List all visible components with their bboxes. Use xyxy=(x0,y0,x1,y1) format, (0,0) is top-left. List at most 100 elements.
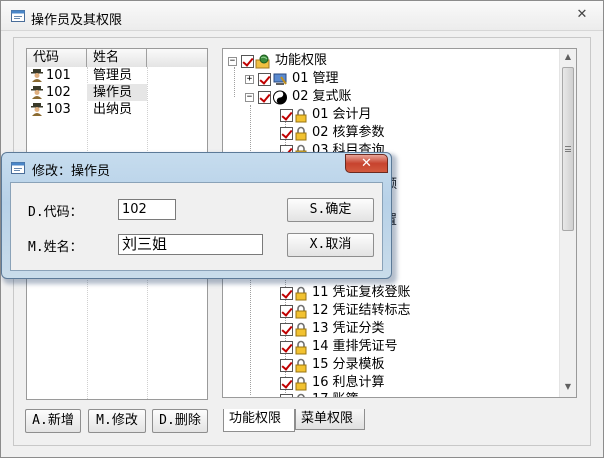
checkbox-checked[interactable] xyxy=(280,376,293,390)
tree-node-label: 复式账 xyxy=(312,89,352,104)
tree-leaf[interactable]: 15 分录模板 xyxy=(280,356,385,374)
column-header-filler xyxy=(147,49,207,67)
tree-leaf[interactable]: 11 凭证复核登账 xyxy=(280,284,411,302)
dialog-close-button[interactable]: ✕ xyxy=(345,154,388,173)
column-header-name[interactable]: 姓名 xyxy=(87,49,147,67)
dialog-title: 修改：操作员 xyxy=(32,164,111,179)
tree-node-manage[interactable]: + 01 管理 xyxy=(245,70,339,88)
tree-leaf-code: 12 xyxy=(312,303,329,318)
spy-user-icon xyxy=(31,103,43,116)
name-field[interactable]: 刘三姐 xyxy=(118,234,263,255)
form-window-icon xyxy=(11,10,25,22)
tree-leaf-code: 14 xyxy=(312,339,329,354)
user-list-header: 代码 姓名 xyxy=(27,49,207,67)
tree-leaf-code: 15 xyxy=(312,357,329,372)
thumb-grip-icon xyxy=(565,146,571,152)
yin-yang-icon xyxy=(273,90,287,104)
scroll-down-arrow[interactable]: ▼ xyxy=(560,379,576,395)
globe-folder-icon xyxy=(255,54,270,68)
checkbox-checked[interactable] xyxy=(258,90,271,104)
tab-menu-rights[interactable]: 菜单权限 xyxy=(295,409,365,430)
window-title: 操作员及其权限 xyxy=(31,13,123,28)
column-header-code[interactable]: 代码 xyxy=(27,49,87,67)
tree-leaf-label: 分录模板 xyxy=(332,357,385,372)
padlock-icon xyxy=(295,304,307,318)
padlock-icon xyxy=(295,108,307,122)
tree-leaf[interactable]: 17 账簿 xyxy=(280,391,359,397)
tree-leaf[interactable]: 16 利息计算 xyxy=(280,374,385,392)
scroll-thumb[interactable] xyxy=(562,67,574,231)
tree-leaf-label: 重排凭证号 xyxy=(332,339,398,354)
checkbox-checked[interactable] xyxy=(280,304,293,318)
checkbox-checked[interactable] xyxy=(280,340,293,354)
tree-leaf[interactable]: 02 核算参数 xyxy=(280,124,385,142)
tree-leaf-label: 会计月 xyxy=(332,107,372,122)
user-code: 103 xyxy=(46,102,71,117)
code-label: D.代码： xyxy=(28,205,83,220)
padlock-icon xyxy=(295,322,307,336)
computer-tool-icon xyxy=(273,73,287,85)
user-code: 101 xyxy=(46,68,71,83)
table-row[interactable]: 101 管理员 xyxy=(27,67,207,84)
tree-node-code: 01 xyxy=(292,71,309,86)
edit-operator-dialog: 修改：操作员 ✕ D.代码： 102 M.姓名： 刘三姐 S.确定 X.取消 xyxy=(1,152,392,279)
ok-button[interactable]: S.确定 xyxy=(287,198,374,222)
checkbox-checked[interactable] xyxy=(280,322,293,336)
padlock-icon xyxy=(295,340,307,354)
padlock-icon xyxy=(295,358,307,372)
main-window: 操作员及其权限 ✕ 代码 姓名 101 管理员 102 操作员 103 出纳员 … xyxy=(0,0,604,458)
tree-leaf[interactable]: 01 会计月 xyxy=(280,106,372,124)
padlock-icon xyxy=(295,286,307,300)
collapse-toggle[interactable]: − xyxy=(245,92,254,102)
dialog-body: D.代码： 102 M.姓名： 刘三姐 S.确定 X.取消 xyxy=(10,182,383,271)
tree-connector xyxy=(234,67,235,97)
delete-button[interactable]: D.删除 xyxy=(152,409,208,433)
tree-scrollbar[interactable]: ▲ ▼ xyxy=(559,49,576,397)
tree-leaf[interactable]: 14 重排凭证号 xyxy=(280,338,398,356)
tree-leaf-code: 02 xyxy=(312,125,329,140)
title-bar: 操作员及其权限 ✕ xyxy=(1,1,603,31)
spy-user-icon xyxy=(31,69,43,82)
cancel-button[interactable]: X.取消 xyxy=(287,233,374,257)
padlock-icon xyxy=(295,126,307,140)
code-field[interactable]: 102 xyxy=(118,199,176,220)
tree-node-label: 管理 xyxy=(312,71,339,86)
tree-leaf-code: 01 xyxy=(312,107,329,122)
scroll-up-arrow[interactable]: ▲ xyxy=(560,49,576,65)
checkbox-checked[interactable] xyxy=(258,72,271,86)
checkbox-checked[interactable] xyxy=(280,393,293,397)
tab-function-rights[interactable]: 功能权限 xyxy=(223,409,295,432)
tree-leaf-code: 11 xyxy=(312,285,329,300)
add-button[interactable]: A.新增 xyxy=(25,409,81,433)
table-row[interactable]: 103 出纳员 xyxy=(27,101,207,118)
checkbox-checked[interactable] xyxy=(280,358,293,372)
table-row[interactable]: 102 操作员 xyxy=(27,84,207,101)
window-close-button[interactable]: ✕ xyxy=(571,7,593,25)
tree-leaf[interactable]: 12 凭证结转标志 xyxy=(280,302,411,320)
tree-leaf-code: 17 xyxy=(312,391,329,397)
checkbox-checked[interactable] xyxy=(241,54,254,68)
edit-button[interactable]: M.修改 xyxy=(88,409,146,433)
padlock-icon xyxy=(295,376,307,390)
name-label: M.姓名： xyxy=(28,240,83,255)
checkbox-checked[interactable] xyxy=(280,108,293,122)
tree-root-label: 功能权限 xyxy=(275,53,328,68)
tree-node-code: 02 xyxy=(292,89,309,104)
tree-leaf-code: 16 xyxy=(312,375,329,390)
tree-leaf-code: 13 xyxy=(312,321,329,336)
spy-user-icon xyxy=(31,86,43,99)
tree-leaf-label: 凭证分类 xyxy=(332,321,385,336)
user-code: 102 xyxy=(46,85,71,100)
user-name: 出纳员 xyxy=(93,102,133,117)
tree-leaf-label: 凭证结转标志 xyxy=(332,303,411,318)
tree-root-node[interactable]: − 功能权限 xyxy=(228,52,327,70)
tree-leaf-label: 核算参数 xyxy=(332,125,385,140)
collapse-toggle[interactable]: − xyxy=(228,56,237,66)
tree-node-ledger[interactable]: − 02 复式账 xyxy=(245,88,352,106)
user-name: 管理员 xyxy=(93,68,133,83)
tree-leaf[interactable]: 13 凭证分类 xyxy=(280,320,385,338)
checkbox-checked[interactable] xyxy=(280,126,293,140)
form-window-icon xyxy=(11,162,25,174)
checkbox-checked[interactable] xyxy=(280,286,293,300)
expand-toggle[interactable]: + xyxy=(245,74,254,84)
